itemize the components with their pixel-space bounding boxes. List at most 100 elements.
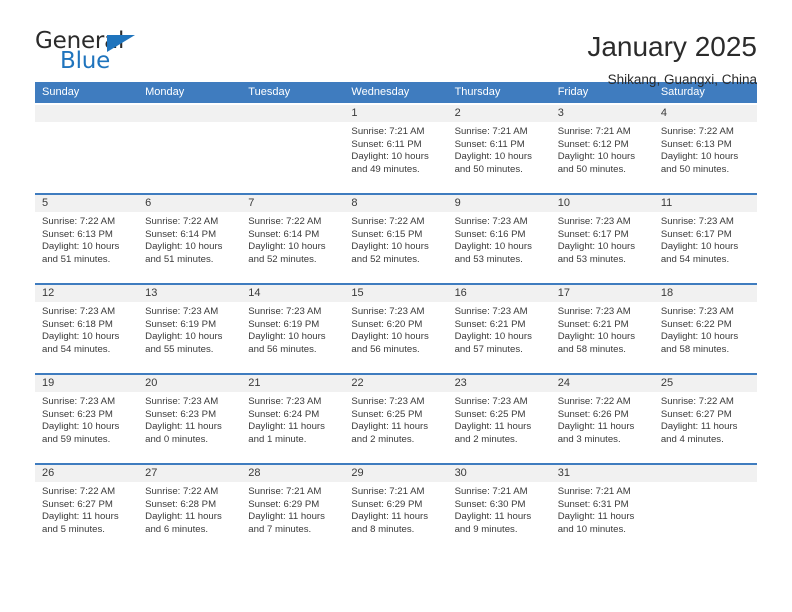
day-number: 30 xyxy=(447,465,551,482)
calendar-day-cell[interactable]: 7 Sunrise: 7:22 AM Sunset: 6:14 PM Daylight… xyxy=(241,195,345,283)
calendar-day-cell[interactable]: 6 Sunrise: 7:22 AM Sunset: 6:14 PM Daylight… xyxy=(138,195,242,283)
daylight-text-line2: and 4 minutes. xyxy=(660,433,724,445)
sunset-text: Sunset: 6:15 PM xyxy=(351,228,423,240)
day-details: Sunrise: 7:23 AM Sunset: 6:21 PM Daylight:… xyxy=(448,302,551,356)
day-number xyxy=(653,465,757,482)
sunset-text: Sunset: 6:13 PM xyxy=(660,138,732,150)
daylight-text-line2: and 3 minutes. xyxy=(557,433,621,445)
day-number: 27 xyxy=(138,465,242,482)
day-details: Sunrise: 7:22 AM Sunset: 6:27 PM Daylight:… xyxy=(654,392,757,446)
day-number: 6 xyxy=(138,195,242,212)
daylight-text-line1: Daylight: 10 hours xyxy=(351,241,429,253)
daylight-text-line2: and 56 minutes. xyxy=(248,343,317,355)
sunrise-text: Sunrise: 7:23 AM xyxy=(351,396,425,407)
sunrise-text: Sunrise: 7:21 AM xyxy=(248,486,322,497)
calendar-day-cell[interactable]: 31 Sunrise: 7:21 AM Sunset: 6:31 PM Dayligh… xyxy=(550,465,654,553)
weekday-header-thursday: Thursday xyxy=(454,86,501,98)
day-number xyxy=(35,105,139,122)
sunset-text: Sunset: 6:11 PM xyxy=(454,138,525,150)
day-details: Sunrise: 7:23 AM Sunset: 6:19 PM Daylight:… xyxy=(138,302,241,356)
calendar-day-cell[interactable]: 3 Sunrise: 7:21 AM Sunset: 6:12 PM Daylight… xyxy=(550,105,654,193)
calendar-day-cell[interactable]: 27 Sunrise: 7:22 AM Sunset: 6:28 PM Dayligh… xyxy=(138,465,242,553)
calendar-day-cell[interactable]: 14 Sunrise: 7:23 AM Sunset: 6:19 PM Dayligh… xyxy=(241,285,345,373)
sunrise-text: Sunrise: 7:21 AM xyxy=(454,486,528,497)
calendar-day-cell[interactable]: 11 Sunrise: 7:23 AM Sunset: 6:17 PM Dayligh… xyxy=(653,195,757,283)
day-details: Sunrise: 7:22 AM Sunset: 6:14 PM Daylight:… xyxy=(138,212,241,266)
calendar-day-cell[interactable]: 12 Sunrise: 7:23 AM Sunset: 6:18 PM Dayligh… xyxy=(35,285,139,373)
day-details: Sunrise: 7:23 AM Sunset: 6:16 PM Daylight:… xyxy=(448,212,551,266)
calendar-day-cell[interactable]: 13 Sunrise: 7:23 AM Sunset: 6:19 PM Dayligh… xyxy=(138,285,242,373)
day-details: Sunrise: 7:23 AM Sunset: 6:19 PM Daylight:… xyxy=(241,302,344,356)
day-details: Sunrise: 7:23 AM Sunset: 6:20 PM Daylight:… xyxy=(344,302,447,356)
sunrise-text: Sunrise: 7:23 AM xyxy=(42,396,116,407)
day-details: Sunrise: 7:21 AM Sunset: 6:29 PM Daylight:… xyxy=(241,482,344,536)
general-blue-logo[interactable]: General Blue xyxy=(35,30,155,80)
calendar-day-cell[interactable]: 29 Sunrise: 7:21 AM Sunset: 6:29 PM Dayligh… xyxy=(344,465,448,553)
calendar-day-cell[interactable]: 28 Sunrise: 7:21 AM Sunset: 6:29 PM Dayligh… xyxy=(241,465,345,553)
calendar-day-cell[interactable]: 26 Sunrise: 7:22 AM Sunset: 6:27 PM Dayligh… xyxy=(35,465,139,553)
calendar-day-cell[interactable]: 10 Sunrise: 7:23 AM Sunset: 6:17 PM Dayligh… xyxy=(550,195,654,283)
calendar-day-cell[interactable]: 9 Sunrise: 7:23 AM Sunset: 6:16 PM Daylight… xyxy=(447,195,551,283)
weekday-header-saturday: Saturday xyxy=(660,86,705,98)
weekday-header-sunday: Sunday xyxy=(42,86,80,98)
calendar-day-cell[interactable]: 18 Sunrise: 7:23 AM Sunset: 6:22 PM Dayligh… xyxy=(653,285,757,373)
sunrise-text: Sunrise: 7:23 AM xyxy=(42,306,116,317)
sunrise-text: Sunrise: 7:22 AM xyxy=(557,396,631,407)
daylight-text-line1: Daylight: 11 hours xyxy=(660,421,738,433)
sunset-text: Sunset: 6:21 PM xyxy=(454,318,526,330)
sunset-text: Sunset: 6:19 PM xyxy=(145,318,217,330)
sunrise-text: Sunrise: 7:23 AM xyxy=(454,396,528,407)
daylight-text-line2: and 55 minutes. xyxy=(145,343,214,355)
sunrise-text: Sunrise: 7:23 AM xyxy=(145,396,219,407)
sunset-text: Sunset: 6:26 PM xyxy=(557,408,629,420)
day-number: 4 xyxy=(653,105,757,122)
calendar-day-cell[interactable]: 2 Sunrise: 7:21 AM Sunset: 6:11 PM Daylight… xyxy=(447,105,551,193)
calendar-day-cell[interactable]: 5 Sunrise: 7:22 AM Sunset: 6:13 PM Daylight… xyxy=(35,195,139,283)
day-number: 23 xyxy=(447,375,551,392)
calendar-day-cell[interactable]: 22 Sunrise: 7:23 AM Sunset: 6:25 PM Dayligh… xyxy=(344,375,448,463)
sunset-text: Sunset: 6:21 PM xyxy=(557,318,629,330)
calendar-day-cell[interactable]: 23 Sunrise: 7:23 AM Sunset: 6:25 PM Dayligh… xyxy=(447,375,551,463)
daylight-text-line1: Daylight: 10 hours xyxy=(145,331,223,343)
calendar-day-cell[interactable]: 1 Sunrise: 7:21 AM Sunset: 6:11 PM Daylight… xyxy=(344,105,448,193)
calendar-day-cell[interactable]: 30 Sunrise: 7:21 AM Sunset: 6:30 PM Dayligh… xyxy=(447,465,551,553)
daylight-text-line2: and 50 minutes. xyxy=(454,163,523,175)
sunset-text: Sunset: 6:13 PM xyxy=(42,228,113,240)
day-details: Sunrise: 7:23 AM Sunset: 6:25 PM Daylight:… xyxy=(344,392,447,446)
calendar-day-cell[interactable]: 17 Sunrise: 7:23 AM Sunset: 6:21 PM Dayligh… xyxy=(550,285,654,373)
daylight-text-line1: Daylight: 10 hours xyxy=(660,331,739,343)
calendar-day-cell[interactable]: 19 Sunrise: 7:23 AM Sunset: 6:23 PM Dayligh… xyxy=(35,375,139,463)
day-details xyxy=(35,122,138,126)
calendar-day-cell[interactable]: 8 Sunrise: 7:22 AM Sunset: 6:15 PM Daylight… xyxy=(344,195,448,283)
calendar-day-cell[interactable]: 21 Sunrise: 7:23 AM Sunset: 6:24 PM Dayligh… xyxy=(241,375,345,463)
daylight-text-line2: and 59 minutes. xyxy=(42,433,111,445)
day-details xyxy=(241,122,344,126)
calendar-day-cell[interactable]: 24 Sunrise: 7:22 AM Sunset: 6:26 PM Dayligh… xyxy=(550,375,654,463)
sunset-text: Sunset: 6:19 PM xyxy=(248,318,320,330)
day-details: Sunrise: 7:23 AM Sunset: 6:17 PM Daylight:… xyxy=(551,212,654,266)
weekday-header-tuesday: Tuesday xyxy=(248,86,291,98)
day-number: 18 xyxy=(653,285,757,302)
sunset-text: Sunset: 6:31 PM xyxy=(557,498,629,510)
calendar-day-cell[interactable]: 16 Sunrise: 7:23 AM Sunset: 6:21 PM Dayligh… xyxy=(447,285,551,373)
day-details: Sunrise: 7:22 AM Sunset: 6:28 PM Daylight:… xyxy=(138,482,241,536)
daylight-text-line1: Daylight: 10 hours xyxy=(42,421,120,433)
daylight-text-line2: and 5 minutes. xyxy=(42,523,105,535)
day-details: Sunrise: 7:22 AM Sunset: 6:14 PM Daylight:… xyxy=(241,212,344,266)
calendar-week-row: 5 Sunrise: 7:22 AM Sunset: 6:13 PM Daylight… xyxy=(35,193,757,283)
day-number: 11 xyxy=(653,195,757,212)
calendar-day-cell[interactable]: 25 Sunrise: 7:22 AM Sunset: 6:27 PM Dayligh… xyxy=(653,375,757,463)
calendar-cell-empty xyxy=(241,105,345,193)
page-header: General Blue January 2025 Shikang, Guang… xyxy=(35,0,757,87)
day-details: Sunrise: 7:23 AM Sunset: 6:23 PM Daylight:… xyxy=(138,392,241,446)
daylight-text-line1: Daylight: 11 hours xyxy=(248,511,325,523)
daylight-text-line1: Daylight: 10 hours xyxy=(248,241,326,253)
calendar-day-cell[interactable]: 20 Sunrise: 7:23 AM Sunset: 6:23 PM Dayligh… xyxy=(138,375,242,463)
sunrise-text: Sunrise: 7:21 AM xyxy=(351,486,425,497)
calendar-day-cell[interactable]: 15 Sunrise: 7:23 AM Sunset: 6:20 PM Dayligh… xyxy=(344,285,448,373)
sunset-text: Sunset: 6:14 PM xyxy=(248,228,320,240)
calendar-week-row: 19 Sunrise: 7:23 AM Sunset: 6:23 PM Dayligh… xyxy=(35,373,757,463)
sunrise-text: Sunrise: 7:21 AM xyxy=(557,486,631,497)
daylight-text-line1: Daylight: 11 hours xyxy=(557,421,635,433)
calendar-day-cell[interactable]: 4 Sunrise: 7:22 AM Sunset: 6:13 PM Daylight… xyxy=(653,105,757,193)
